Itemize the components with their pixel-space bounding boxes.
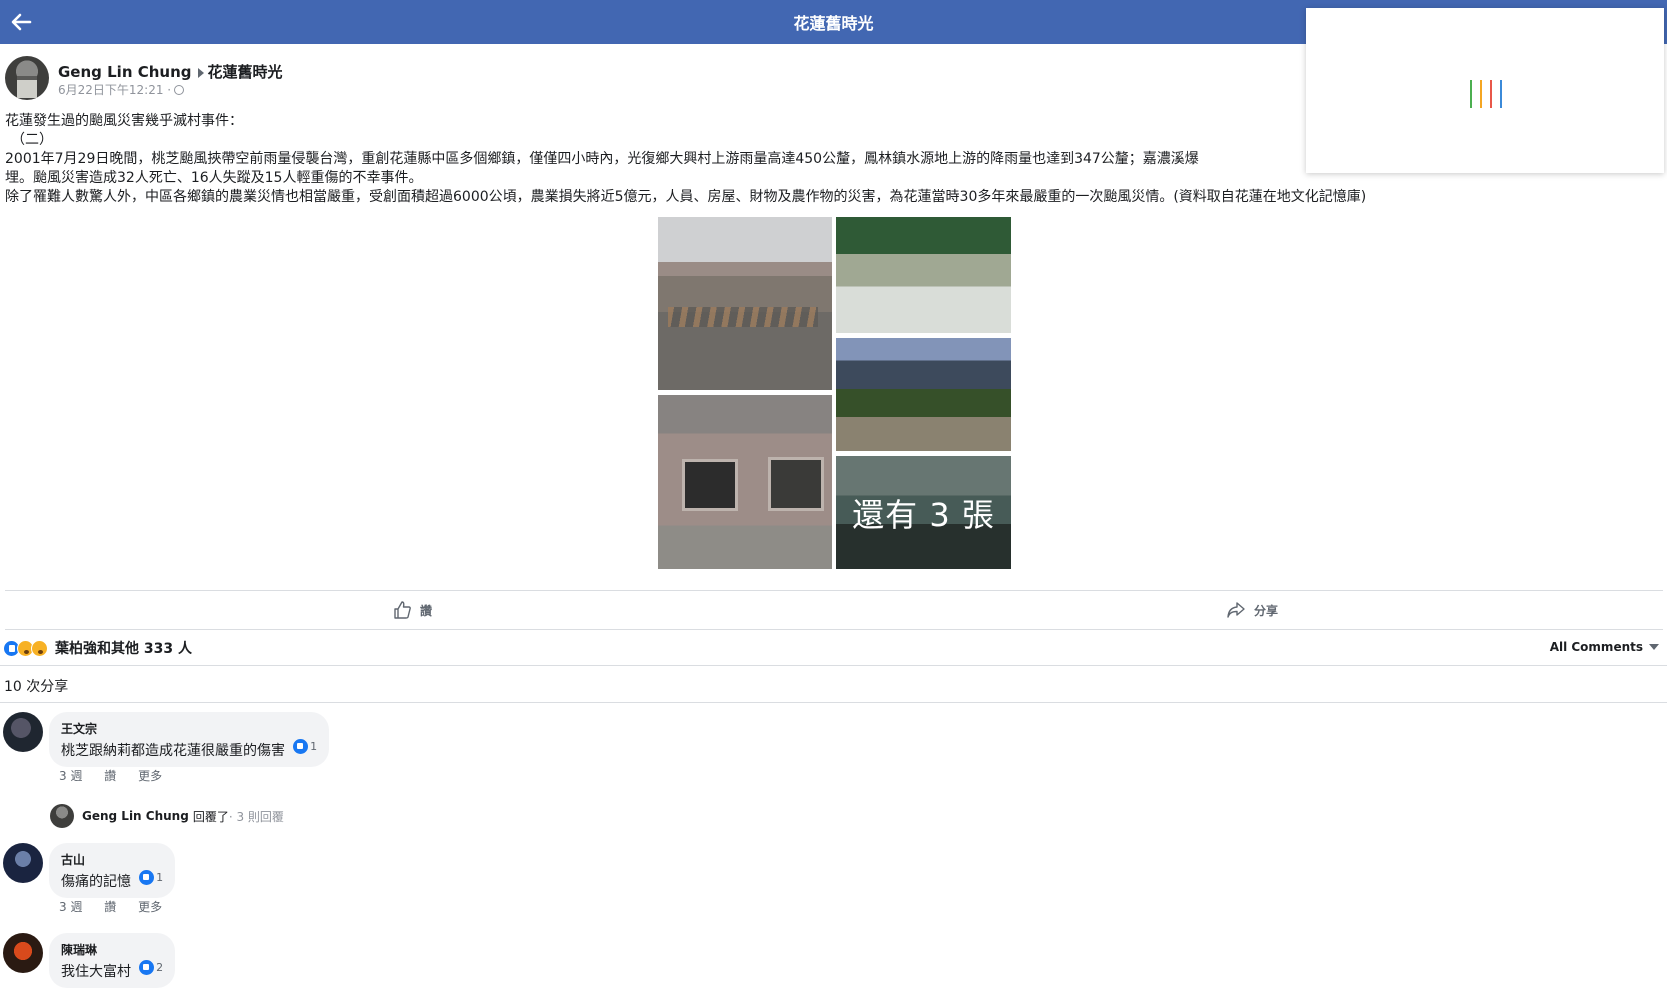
- reaction-count: 葉柏強和其他 333 人: [55, 641, 192, 657]
- share-label: 分享: [1254, 603, 1279, 618]
- photo-grid: 還有 3 張: [658, 217, 1011, 569]
- view-replies-link[interactable]: Geng Lin Chung 回覆了 · 3 則回覆: [50, 804, 284, 828]
- like-badge-icon: [139, 870, 155, 885]
- comment-bubble: 王文宗 桃芝跟納莉都造成花蓮很嚴重的傷害 1: [49, 712, 330, 767]
- post-text-line: 除了罹難人數驚人外，中區各鄉鎮的農業災情也相當嚴重，受創面積超過6000公頃，農…: [5, 189, 1367, 205]
- reactions-summary[interactable]: 葉柏強和其他 333 人: [3, 638, 192, 658]
- thumbs-up-icon: [394, 601, 411, 619]
- comment-time: 3 週: [59, 769, 83, 783]
- reply-verb: 回覆了: [192, 809, 229, 824]
- divider: [0, 702, 1667, 703]
- commenter-name[interactable]: 古山: [61, 851, 163, 868]
- comment-like-count[interactable]: 1: [293, 739, 317, 754]
- like-badge-icon: [293, 739, 309, 754]
- commenter-avatar[interactable]: [3, 933, 43, 973]
- share-button[interactable]: 分享: [1226, 599, 1278, 621]
- more-photos-label: 還有 3 張: [836, 456, 1011, 569]
- comment-like-link[interactable]: 讚: [104, 900, 116, 914]
- divider: [5, 629, 1663, 630]
- comment-like-link[interactable]: 讚: [104, 769, 116, 783]
- post-text-line: 2001年7月29日晚間，桃芝颱風挾帶空前雨量侵襲台灣，重創花蓮縣中區多個鄉鎮，…: [5, 151, 1199, 167]
- reply-count: · 3 則回覆: [228, 809, 284, 824]
- comment-text: 桃芝跟納莉都造成花蓮很嚴重的傷害: [61, 743, 285, 759]
- post-text-line: （二）: [11, 132, 53, 148]
- like-badge-icon: [139, 960, 155, 975]
- comment-time: 3 週: [59, 900, 83, 914]
- arrow-right-icon: [197, 67, 204, 78]
- divider: [5, 590, 1663, 591]
- post-timestamp[interactable]: 6月22日下午12:21 ·: [58, 83, 171, 97]
- commenter-name[interactable]: 王文宗: [61, 720, 317, 737]
- comment-sort-label: All Comments: [1549, 640, 1643, 654]
- comment-sort-dropdown[interactable]: All Comments: [1550, 640, 1659, 654]
- commenter-avatar[interactable]: [3, 712, 43, 752]
- commenter-name[interactable]: 陳瑞琳: [61, 941, 163, 958]
- comment-bubble: 陳瑞琳 我住大富村 2: [49, 933, 176, 988]
- author-avatar[interactable]: [5, 56, 49, 100]
- wow-reaction-icon: [31, 639, 48, 657]
- comment-like-count[interactable]: 1: [139, 870, 163, 885]
- share-arrow-icon: [1227, 602, 1245, 618]
- divider: [0, 665, 1667, 666]
- photo-debris-field[interactable]: [658, 217, 832, 390]
- reply-author: Geng Lin Chung: [82, 809, 189, 823]
- comment-like-count[interactable]: 2: [139, 960, 163, 975]
- photo-mountain-valley[interactable]: [836, 338, 1011, 451]
- photo-riverbed[interactable]: [836, 217, 1011, 333]
- photo-damaged-house[interactable]: [658, 395, 832, 569]
- post-text-line: 埋。颱風災害造成32人死亡、16人失蹤及15人輕重傷的不幸事件。: [5, 170, 423, 186]
- group-name-link[interactable]: 花蓮舊時光: [208, 63, 283, 81]
- post-body: 花蓮發生過的颱風災害幾乎滅村事件： （二） 2001年7月29日晚間，桃芝颱風挾…: [5, 112, 1595, 207]
- comment-text: 傷痛的記憶: [61, 874, 131, 890]
- comment-more-link[interactable]: 更多: [138, 900, 162, 914]
- like-button[interactable]: 讚: [392, 599, 432, 621]
- like-label: 讚: [420, 603, 433, 618]
- share-count[interactable]: 10 次分享: [4, 676, 68, 696]
- reply-avatar: [50, 804, 74, 828]
- photo-more[interactable]: 還有 3 張: [836, 456, 1011, 569]
- author-name-link[interactable]: Geng Lin Chung: [58, 63, 192, 81]
- comment-more-link[interactable]: 更多: [138, 769, 162, 783]
- globe-icon: [174, 85, 185, 95]
- comment-actions: 3 週 讚 更多: [59, 767, 180, 784]
- chevron-down-icon: [1649, 644, 1659, 650]
- loading-spinner-icon: [1466, 74, 1512, 108]
- comment-bubble: 古山 傷痛的記憶 1: [49, 843, 176, 898]
- comment-text: 我住大富村: [61, 964, 131, 980]
- commenter-avatar[interactable]: [3, 843, 43, 883]
- comment-actions: 3 週 讚 更多: [59, 898, 180, 915]
- post-text-line: 花蓮發生過的颱風災害幾乎滅村事件：: [5, 113, 243, 129]
